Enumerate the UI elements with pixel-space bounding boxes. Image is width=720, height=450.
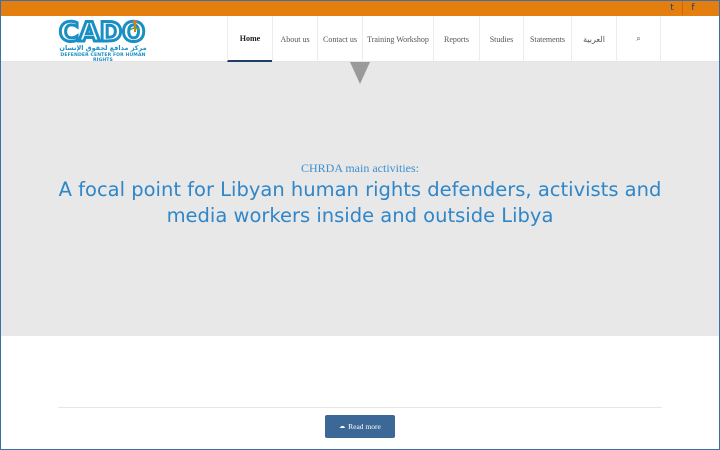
main-nav: Home About us Contact us Training Worksh… bbox=[227, 16, 661, 62]
logo-arabic-name: مركز مدافع لحقوق الإنسان bbox=[59, 44, 147, 52]
logo-mark: CADO bbox=[57, 16, 146, 46]
nav-item-arabic[interactable]: العربية bbox=[571, 16, 616, 62]
nav-item-contact-us[interactable]: Contact us bbox=[317, 16, 362, 62]
read-more-label: Read more bbox=[348, 422, 381, 431]
facebook-icon[interactable]: f bbox=[684, 0, 702, 16]
hero-slide: CHRDA main activities: A focal point for… bbox=[0, 62, 720, 336]
logo-mark-text: CADO bbox=[59, 17, 145, 46]
hero-headline: A focal point for Libyan human rights de… bbox=[58, 178, 662, 227]
nav-item-training-workshop[interactable]: Training Workshop bbox=[362, 16, 433, 62]
nav-item-reports[interactable]: Reports bbox=[433, 16, 479, 62]
top-bar: t f bbox=[0, 0, 720, 16]
nav-item-about-us[interactable]: About us bbox=[272, 16, 317, 62]
read-more-button[interactable]: ☁ Read more bbox=[325, 415, 395, 438]
social-links: t f bbox=[663, 0, 702, 16]
cloud-icon: ☁ bbox=[339, 423, 346, 430]
nav-item-studies[interactable]: Studies bbox=[479, 16, 523, 62]
social-divider bbox=[682, 1, 683, 15]
content-divider bbox=[58, 407, 662, 408]
nav-item-home[interactable]: Home bbox=[227, 16, 272, 62]
hero-subtitle: CHRDA main activities: bbox=[301, 161, 419, 175]
slider-pointer-icon bbox=[350, 62, 370, 84]
site-logo[interactable]: CADO مركز مدافع لحقوق الإنسان DEFENDER C… bbox=[56, 16, 148, 63]
twitter-icon[interactable]: t bbox=[663, 0, 681, 16]
site-header: CADO مركز مدافع لحقوق الإنسان DEFENDER C… bbox=[0, 16, 720, 63]
search-icon[interactable]: ⌕ bbox=[616, 16, 661, 62]
nav-item-statements[interactable]: Statements bbox=[523, 16, 571, 62]
